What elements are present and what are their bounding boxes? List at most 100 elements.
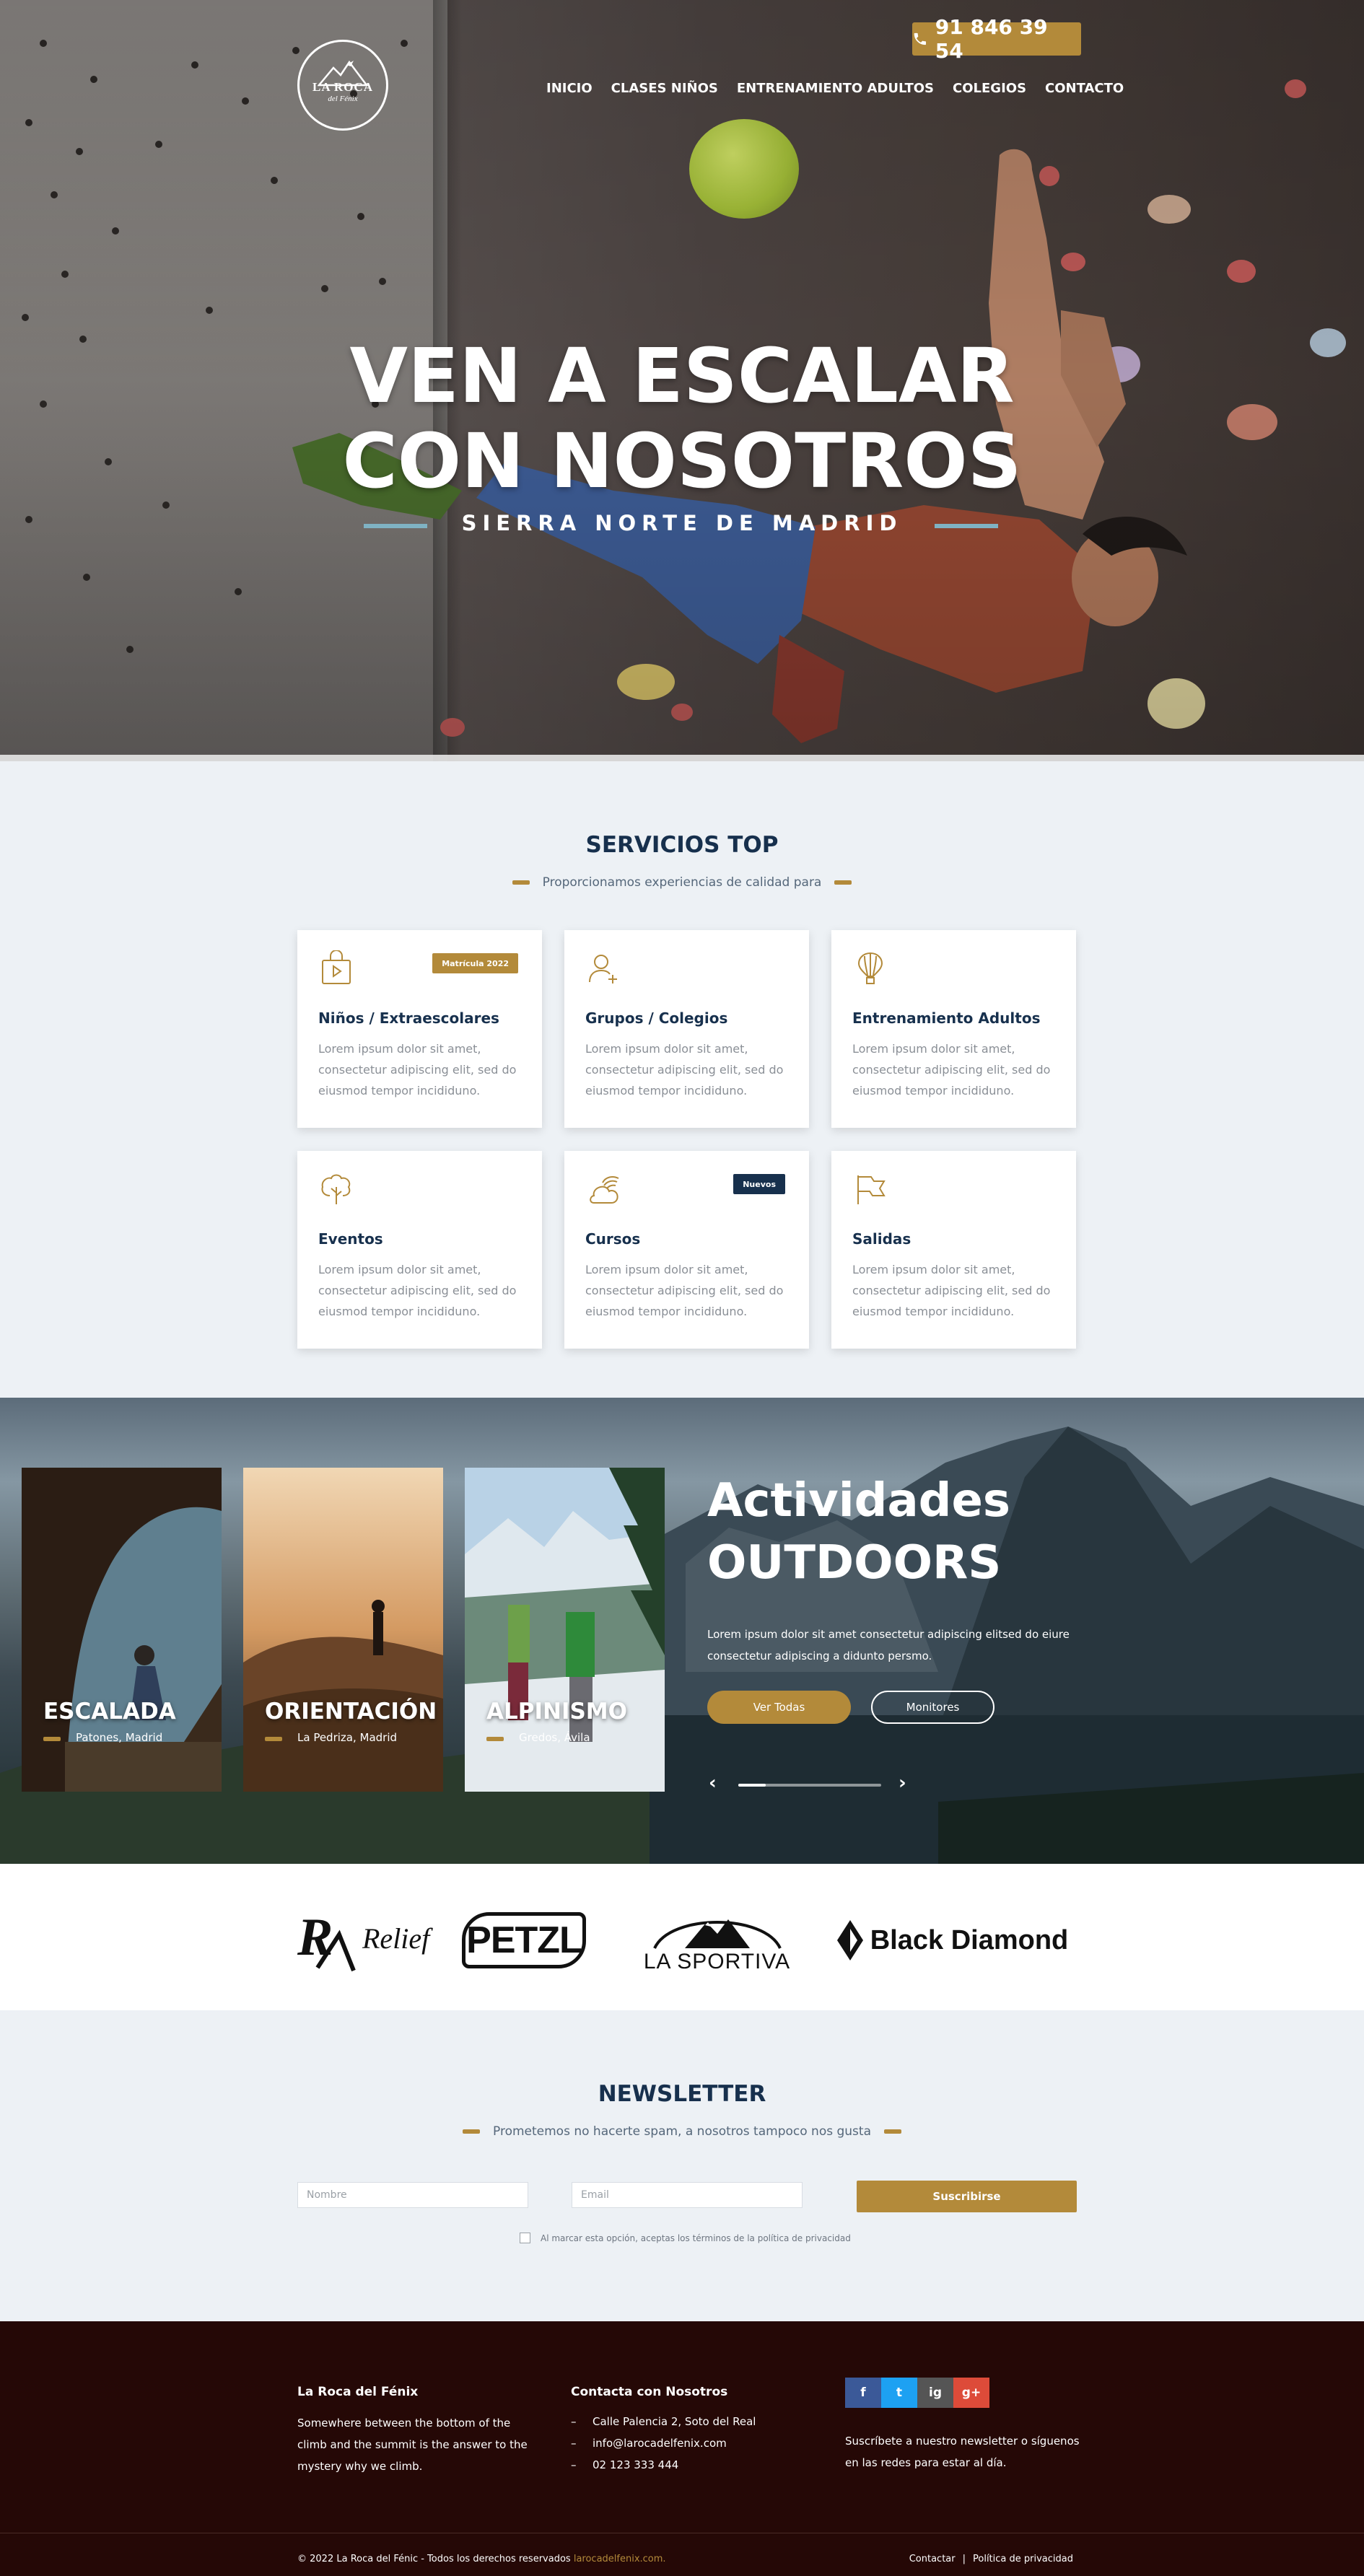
nav-inicio[interactable]: INICIO [546, 81, 593, 96]
outdoor-card-place: Gredos, Ávila [519, 1731, 590, 1744]
balloon-icon [857, 952, 883, 984]
newsletter-title: NEWSLETTER [598, 2081, 766, 2107]
outdoors-title-line1: Actividades [707, 1474, 1010, 1528]
outdoor-card-place: La Pedriza, Madrid [297, 1731, 398, 1744]
brand-blackdiamond-logo[interactable]: Black Diamond [825, 1906, 1079, 1975]
consent-checkbox[interactable] [520, 2233, 530, 2243]
newsletter-subtitle: Prometemos no hacerte spam, a nosotros t… [493, 2124, 871, 2139]
service-card-text: Lorem ipsum dolor sit amet, consectetur … [318, 1263, 517, 1318]
services-subtitle-row: Proporcionamos experiencias de calidad p… [0, 875, 1364, 890]
user-add-icon [589, 955, 617, 983]
slider-prev-icon[interactable]: ‹ [709, 1772, 717, 1794]
service-card-text: Lorem ipsum dolor sit amet, consectetur … [585, 1263, 784, 1318]
decor-dash [834, 880, 852, 885]
services-section: SERVICIOS TOP Proporcionamos experiencia… [0, 761, 1364, 1398]
outdoors-title-line2: OUTDOORS [707, 1536, 1002, 1590]
footer-about-text: Somewhere between the bottom of the clim… [297, 2417, 528, 2473]
service-card-title: Salidas [852, 1230, 911, 1248]
footer-link-separator: | [962, 2554, 966, 2564]
brands-section: R Relief PETZL LA SPORTIVA Black Diamond [0, 1864, 1364, 2010]
service-card-grupos[interactable]: Grupos / Colegios Lorem ipsum dolor sit … [564, 930, 809, 1128]
footer: La Roca del Fénix Somewhere between the … [0, 2321, 1364, 2576]
hero-subtitle: SIERRA NORTE DE MADRID [461, 511, 903, 535]
consent-row: Al marcar esta opción, aceptas los térmi… [520, 2233, 851, 2243]
service-card-cursos[interactable]: Nuevos Cursos Lorem ipsum dolor sit amet… [564, 1151, 809, 1349]
brand-relief: Relief [362, 1922, 430, 1955]
service-card-text: Lorem ipsum dolor sit amet, consectetur … [852, 1042, 1051, 1098]
outdoor-card-place: Patones, Madrid [76, 1731, 163, 1744]
hero-title-line2: CON NOSOTROS [342, 417, 1022, 505]
svg-text:R: R [297, 1908, 333, 1967]
hero-title-line1: VEN A ESCALAR [349, 332, 1015, 420]
services-subtitle: Proporcionamos experiencias de calidad p… [542, 875, 822, 890]
decor-dash [884, 2129, 901, 2134]
service-card-eventos[interactable]: Eventos Lorem ipsum dolor sit amet, cons… [297, 1151, 542, 1349]
decor-dash [43, 1737, 61, 1741]
cloud-sun-icon [590, 1176, 619, 1204]
outdoor-card-title: ORIENTACIÓN [265, 1699, 437, 1725]
service-card-ninos[interactable]: Matrícula 2022 Niños / Extraescolares Lo… [297, 930, 542, 1128]
badge-matricula: Matrícula 2022 [432, 953, 518, 973]
copyright-link[interactable]: larocadelfenix.com. [574, 2554, 666, 2564]
slider-progress-fill [738, 1784, 766, 1787]
footer-about-title: La Roca del Fénix [297, 2385, 419, 2399]
slider-next-icon[interactable]: › [899, 1772, 906, 1794]
slider-progress[interactable] [738, 1784, 881, 1787]
nav-entrenamiento-adultos[interactable]: ENTRENAMIENTO ADULTOS [737, 81, 934, 96]
outdoor-card-title: ESCALADA [43, 1699, 176, 1725]
outdoors-section: ESCALADA Patones, Madrid ORIENTACIÓN La … [0, 1398, 1364, 1864]
phone-number: 91 846 39 54 [935, 15, 1048, 63]
footer-contact-list: – Calle Palencia 2, Soto del Real – info@l… [571, 2411, 756, 2476]
hero-title: VEN A ESCALAR CON NOSOTROS [0, 333, 1364, 504]
nav-contacto[interactable]: CONTACTO [1045, 81, 1124, 96]
newsletter-section: NEWSLETTER Prometemos no hacerte spam, a… [0, 2010, 1364, 2321]
service-card-title: Cursos [585, 1230, 641, 1248]
site-logo[interactable]: LA ROCA del Fénix [297, 40, 388, 131]
monitores-button[interactable]: Monitores [871, 1691, 994, 1724]
brand-relief-logo[interactable]: R Relief [296, 1906, 430, 1975]
footer-link-contactar[interactable]: Contactar [909, 2554, 956, 2564]
brand-lasportiva-logo[interactable]: LA SPORTIVA [632, 1906, 802, 1975]
nav-colegios[interactable]: COLEGIOS [953, 81, 1026, 96]
outdoor-card-orientacion[interactable]: ORIENTACIÓN La Pedriza, Madrid [243, 1468, 443, 1792]
service-card-text: Lorem ipsum dolor sit amet, consectetur … [585, 1042, 784, 1098]
hero-bottom-border [0, 755, 1364, 761]
badge-nuevos: Nuevos [733, 1174, 785, 1194]
google-plus-icon[interactable]: g+ [953, 2378, 989, 2408]
email-input[interactable]: Email [572, 2182, 803, 2208]
lasportiva-mountain-icon [652, 1919, 782, 1949]
main-nav: INICIO CLASES NIÑOS ENTRENAMIENTO ADULTO… [546, 81, 1124, 96]
outdoor-card-escalada[interactable]: ESCALADA Patones, Madrid [22, 1468, 222, 1792]
logo-subtitle: del Fénix [328, 95, 358, 103]
outdoor-card-title: ALPINISMO [486, 1699, 628, 1725]
facebook-icon[interactable]: f [845, 2378, 881, 2408]
services-title: SERVICIOS TOP [585, 832, 779, 858]
twitter-icon[interactable]: t [881, 2378, 917, 2408]
service-card-title: Niños / Extraescolares [318, 1009, 499, 1027]
outdoor-card-alpinismo[interactable]: ALPINISMO Gredos, Ávila [465, 1468, 665, 1792]
service-card-salidas[interactable]: Salidas Lorem ipsum dolor sit amet, cons… [831, 1151, 1076, 1349]
service-card-adultos[interactable]: Entrenamiento Adultos Lorem ipsum dolor … [831, 930, 1076, 1128]
ver-todas-button[interactable]: Ver Todas [707, 1691, 851, 1724]
name-input[interactable]: Nombre [297, 2182, 528, 2208]
contact-address: Calle Palencia 2, Soto del Real [593, 2415, 756, 2428]
contact-address-row: – Calle Palencia 2, Soto del Real [571, 2415, 756, 2428]
bag-play-icon [322, 950, 351, 984]
decor-dash [463, 2129, 480, 2134]
outdoors-title: Actividades OUTDOORS [707, 1470, 1010, 1594]
footer-link-privacidad[interactable]: Política de privacidad [973, 2554, 1073, 2564]
contact-phone-row[interactable]: –02 123 333 444 [571, 2454, 756, 2476]
service-card-text: Lorem ipsum dolor sit amet, consectetur … [852, 1263, 1051, 1318]
contact-email-row[interactable]: – info@larocadelfenix.com [571, 2432, 756, 2454]
decor-dash [486, 1737, 504, 1741]
hero-section: LA ROCA del Fénix 91 846 39 54 INICIO CL… [0, 0, 1364, 761]
instagram-icon[interactable]: ig [917, 2378, 953, 2408]
service-card-title: Eventos [318, 1230, 383, 1248]
brand-petzl-logo[interactable]: PETZL [460, 1906, 588, 1975]
footer-social-text: Suscríbete a nuestro newsletter o síguen… [845, 2435, 1080, 2469]
nav-clases-ninos[interactable]: CLASES NIÑOS [611, 81, 718, 96]
brand-blackdiamond: Black Diamond [870, 1924, 1069, 1955]
phone-button[interactable]: 91 846 39 54 [912, 15, 1081, 63]
service-card-text: Lorem ipsum dolor sit amet, consectetur … [318, 1042, 517, 1098]
subscribe-button[interactable]: Suscribirse [857, 2181, 1077, 2212]
